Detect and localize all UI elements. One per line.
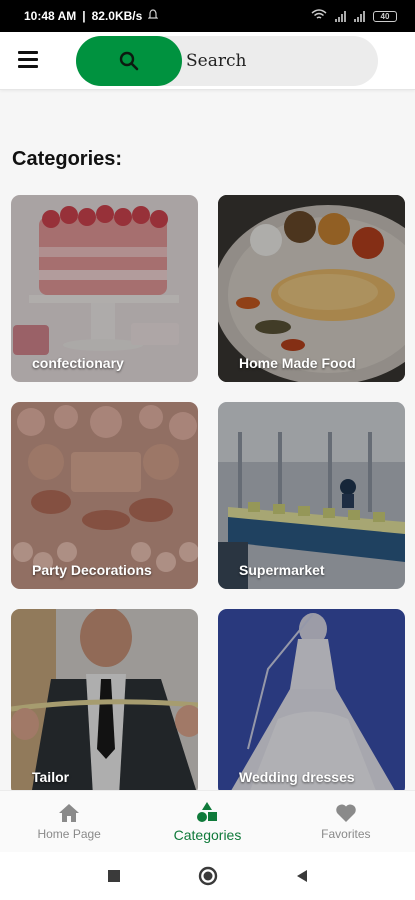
search-input[interactable]	[186, 36, 366, 86]
search-button[interactable]	[76, 36, 182, 86]
category-label: Wedding dresses	[239, 769, 355, 785]
circle-icon	[198, 866, 217, 886]
category-card-party-decorations[interactable]: Party Decorations	[11, 402, 198, 589]
signal-icon	[335, 10, 346, 22]
nav-label-home: Home Page	[37, 826, 101, 841]
nav-item-home[interactable]: Home Page	[0, 791, 138, 852]
page-title: Categories:	[12, 148, 123, 170]
menu-button[interactable]	[18, 51, 40, 69]
square-icon	[107, 870, 120, 882]
app-bar	[0, 32, 415, 90]
status-time: 10:48 AM	[24, 9, 77, 23]
hamburger-icon	[18, 51, 38, 54]
category-label: Party Decorations	[32, 562, 152, 578]
search-bar	[76, 36, 378, 86]
back-button[interactable]	[290, 864, 314, 888]
system-nav-bar	[0, 852, 415, 900]
heart-icon	[336, 803, 356, 822]
back-triangle-icon	[296, 870, 307, 882]
category-card-confectionary[interactable]: confectionary	[11, 195, 198, 382]
signal-icon-2	[354, 10, 365, 22]
nav-item-favorites[interactable]: Favorites	[277, 791, 415, 852]
category-label: Tailor	[32, 769, 70, 785]
category-card-tailor[interactable]: Tailor	[11, 609, 198, 790]
categories-icon	[197, 801, 218, 822]
battery-level: 40	[380, 11, 390, 21]
bottom-nav: Home Page Categories Favorites	[0, 790, 415, 852]
battery-icon: 40	[373, 10, 397, 22]
wifi-icon	[311, 8, 327, 24]
category-card-supermarket[interactable]: Supermarket	[218, 402, 405, 589]
home-icon	[59, 803, 80, 822]
status-bar: 10:48 AM | 82.0KB/s 40	[0, 0, 415, 32]
network-speed: 82.0KB/s	[91, 9, 143, 23]
nav-label-categories: Categories	[173, 826, 242, 843]
nav-label-favorites: Favorites	[321, 826, 371, 841]
category-label: confectionary	[32, 355, 124, 371]
category-card-wedding-dresses[interactable]: Wedding dresses	[218, 609, 405, 790]
category-label: Home Made Food	[239, 355, 356, 371]
status-separator: |	[82, 9, 86, 23]
main-content: Categories: confectionary Home Made Food…	[0, 90, 415, 790]
recents-button[interactable]	[102, 864, 126, 888]
category-card-home-made-food[interactable]: Home Made Food	[218, 195, 405, 382]
home-button[interactable]	[196, 864, 220, 888]
category-label: Supermarket	[239, 562, 325, 578]
search-icon	[119, 51, 139, 71]
notification-icon	[147, 9, 159, 23]
nav-item-categories[interactable]: Categories	[138, 791, 276, 852]
